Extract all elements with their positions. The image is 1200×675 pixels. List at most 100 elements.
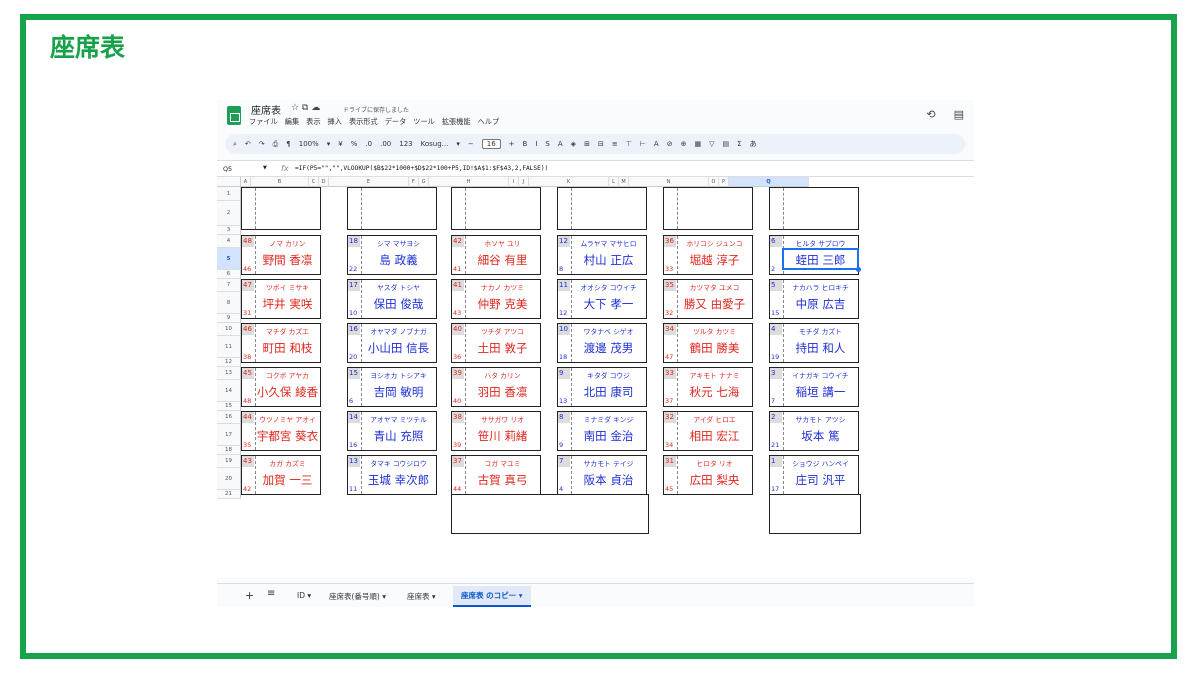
column-header[interactable]: H [429, 177, 509, 187]
row-header[interactable]: 12 [217, 358, 241, 367]
seat-box[interactable]: 47 31 ツボイ ミサキ 坪井 実咲 [241, 279, 321, 319]
seat-box[interactable]: 12 8 ムラヤマ マサヒロ 村山 正広 [557, 235, 647, 275]
seat-box[interactable]: 31 45 ヒロタ リオ 広田 梨央 [663, 455, 753, 495]
toolbar-item[interactable]: ⊞ [584, 140, 590, 148]
column-header[interactable]: M [619, 177, 629, 187]
seat-box[interactable]: 38 39 ササガワ リオ 笹川 莉緒 [451, 411, 541, 451]
column-header[interactable]: I [509, 177, 519, 187]
seat-box[interactable]: 7 4 サカモト テイジ 阪本 貞治 [557, 455, 647, 495]
row-header[interactable]: 18 [217, 446, 241, 455]
menu-item[interactable]: 拡張機能 [442, 117, 471, 127]
toolbar-item[interactable]: ▾ [456, 140, 460, 148]
seat-box[interactable]: 48 46 ノマ カリン 野間 香凛 [241, 235, 321, 275]
seat-box[interactable]: 2 21 サカモト アツシ 坂本 篤 [769, 411, 859, 451]
chevron-down-icon[interactable]: ▼ [263, 165, 267, 171]
toolbar-item[interactable]: ⊘ [667, 140, 673, 148]
menu-item[interactable]: ツール [413, 117, 435, 127]
toolbar-item[interactable]: .00 [380, 140, 391, 148]
toolbar-item[interactable]: 123 [399, 140, 412, 148]
seat-box[interactable]: 9 13 キタダ コウジ 北田 康司 [557, 367, 647, 407]
row-header[interactable]: 16 [217, 411, 241, 424]
row-header[interactable]: 6 [217, 270, 241, 279]
column-header[interactable]: J [519, 177, 529, 187]
seat-box[interactable]: 44 35 ウツノミヤ アオイ 宇都宮 葵衣 [241, 411, 321, 451]
toolbar-item[interactable]: A [654, 140, 659, 148]
seat-box[interactable]: 5 15 ナカハラ ヒロキチ 中原 広吉 [769, 279, 859, 319]
seat-box[interactable]: 37 44 コガ マユミ 古賀 真弓 [451, 455, 541, 495]
seat-box[interactable]: 41 43 ナカノ カツミ 仲野 克美 [451, 279, 541, 319]
column-header[interactable]: N [629, 177, 709, 187]
seat-box[interactable]: 46 38 マチダ カズエ 町田 和枝 [241, 323, 321, 363]
toolbar-item[interactable]: S [545, 140, 549, 148]
seat-box[interactable]: 15 6 ヨシオカ トシアキ 吉岡 敏明 [347, 367, 437, 407]
all-sheets-icon[interactable]: ≡ [267, 588, 275, 599]
toolbar-item[interactable]: ▽ [709, 140, 714, 148]
column-header[interactable]: K [529, 177, 609, 187]
toolbar-item[interactable]: Σ [737, 140, 741, 148]
column-header[interactable]: L [609, 177, 619, 187]
seat-box[interactable]: 4 19 モチダ カズト 持田 和人 [769, 323, 859, 363]
toolbar-item[interactable]: I [535, 140, 537, 148]
toolbar-item[interactable]: + [509, 140, 515, 148]
formula-input[interactable]: =IF(P5="","",VLOOKUP($B$22*1000+$D$22*10… [295, 165, 548, 172]
toolbar-item[interactable]: Kosug... [421, 140, 449, 148]
row-header[interactable]: 9 [217, 314, 241, 323]
row-header[interactable]: 14 [217, 380, 241, 402]
toolbar-item[interactable]: ⊕ [681, 140, 687, 148]
menu-item[interactable]: 編集 [285, 117, 299, 127]
seat-box[interactable]: 45 48 コクボ アヤカ 小久保 綾香 [241, 367, 321, 407]
empty-seat-box[interactable] [241, 187, 321, 230]
sheets-logo-icon[interactable] [227, 106, 241, 125]
toolbar-item[interactable]: ▤ [722, 140, 729, 148]
row-header[interactable]: 17 [217, 424, 241, 446]
seat-box[interactable]: 8 9 ミナミダ キンジ 南田 金治 [557, 411, 647, 451]
column-header[interactable]: O [709, 177, 719, 187]
empty-seat-box[interactable] [347, 187, 437, 230]
teacher-desk-box[interactable] [769, 494, 861, 534]
column-header[interactable]: G [419, 177, 429, 187]
row-header[interactable]: 7 [217, 279, 241, 292]
empty-seat-box[interactable] [557, 187, 647, 230]
seat-box[interactable]: 10 18 ワタナベ シゲオ 渡邊 茂男 [557, 323, 647, 363]
column-header[interactable]: B [251, 177, 309, 187]
seat-box[interactable]: 36 33 ホリコシ ジュンコ 堀越 淳子 [663, 235, 753, 275]
empty-seat-box[interactable] [451, 187, 541, 230]
toolbar-item[interactable]: ≡ [612, 140, 618, 148]
toolbar-item[interactable]: ⊢ [640, 140, 646, 148]
history-icon[interactable]: ⟲ [926, 108, 935, 121]
seat-box[interactable]: 17 10 ヤスダ トシヤ 保田 俊哉 [347, 279, 437, 319]
row-header[interactable]: 1 [217, 187, 241, 201]
row-header[interactable]: 20 [217, 468, 241, 490]
toolbar-item[interactable]: − [468, 140, 474, 148]
seat-box[interactable]: 16 20 オヤマダ ノブナガ 小山田 信長 [347, 323, 437, 363]
toolbar-item[interactable]: 100% [299, 140, 319, 148]
seat-box[interactable]: 42 41 ホソヤ ユリ 細谷 有里 [451, 235, 541, 275]
document-title[interactable]: 座席表 [251, 102, 281, 117]
toolbar-item[interactable]: ¶ [286, 140, 290, 148]
sheet-tab[interactable]: 座席表 ▾ [407, 591, 436, 602]
row-header[interactable]: 10 [217, 323, 241, 336]
seat-box[interactable]: 35 32 カツマタ ユメコ 勝又 由愛子 [663, 279, 753, 319]
column-header[interactable]: Q [729, 177, 809, 187]
sheet-tab[interactable]: ID ▾ [297, 591, 311, 600]
sheet-tab[interactable]: 座席表 のコピー ▾ [453, 586, 531, 607]
toolbar-item[interactable]: B [523, 140, 528, 148]
row-header[interactable]: 5 [217, 248, 241, 270]
empty-seat-box[interactable] [663, 187, 753, 230]
toolbar-item[interactable]: ↶ [245, 140, 251, 148]
row-header[interactable]: 4 [217, 235, 241, 248]
seat-box[interactable]: 40 36 ツチダ アツコ 土田 敦子 [451, 323, 541, 363]
column-header[interactable]: A [241, 177, 251, 187]
column-header[interactable]: F [409, 177, 419, 187]
menu-item[interactable]: 表示 [306, 117, 320, 127]
add-sheet-icon[interactable]: + [245, 589, 254, 602]
toolbar-item[interactable]: % [351, 140, 358, 148]
toolbar-item[interactable]: 16 [481, 139, 501, 149]
seat-box[interactable]: 1 17 ショウジ ハンペイ 庄司 汎平 [769, 455, 859, 495]
sheet-grid[interactable]: 49 ABCDEFGHIJKLMNOPQ12345678910111213141… [217, 177, 974, 577]
comment-icon[interactable]: ▤ [954, 108, 964, 121]
row-header[interactable]: 15 [217, 402, 241, 411]
sheet-tab[interactable]: 座席表(番号順) ▾ [329, 591, 386, 602]
row-header[interactable]: 13 [217, 367, 241, 380]
column-header[interactable]: C [309, 177, 319, 187]
